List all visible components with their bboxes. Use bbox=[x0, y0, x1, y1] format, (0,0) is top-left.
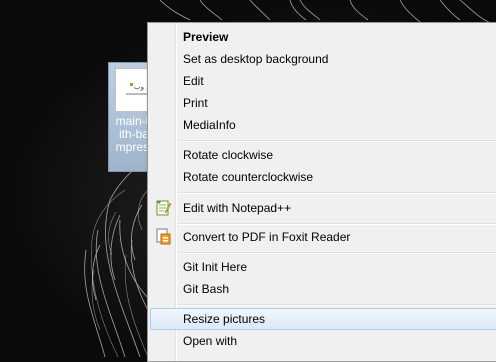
menu-separator bbox=[178, 304, 496, 306]
menu-item-label: Print bbox=[183, 96, 208, 110]
menu-item-label: Preview bbox=[183, 30, 229, 44]
menu-item-label: Rotate counterclockwise bbox=[183, 170, 314, 184]
menu-item-label: Edit with Notepad++ bbox=[183, 201, 292, 215]
menu-item-label: Open with bbox=[183, 334, 238, 348]
menu-item-edit-with-notepad-plus-plus[interactable]: Edit with Notepad++ bbox=[150, 197, 496, 219]
menu-item-rotate-counterclockwise[interactable]: Rotate counterclockwise bbox=[150, 166, 496, 188]
context-menu: Preview Set as desktop background Edit P… bbox=[147, 22, 496, 362]
menu-item-label: Rotate clockwise bbox=[183, 148, 274, 162]
menu-item-label: Set as desktop background bbox=[183, 52, 329, 66]
menu-item-set-as-desktop-background[interactable]: Set as desktop background bbox=[150, 48, 496, 70]
menu-item-print[interactable]: Print bbox=[150, 92, 496, 114]
menu-item-git-bash[interactable]: Git Bash bbox=[150, 278, 496, 300]
menu-item-rotate-clockwise[interactable]: Rotate clockwise bbox=[150, 144, 496, 166]
menu-item-resize-pictures[interactable]: Resize pictures bbox=[150, 308, 496, 330]
notepad-plus-plus-icon bbox=[156, 200, 172, 216]
menu-item-label: Git Init Here bbox=[183, 260, 248, 274]
menu-item-preview[interactable]: Preview bbox=[150, 26, 496, 48]
menu-item-mediainfo[interactable]: MediaInfo bbox=[150, 114, 496, 136]
menu-item-label: Git Bash bbox=[183, 282, 230, 296]
menu-item-label: Edit bbox=[183, 74, 204, 88]
menu-separator bbox=[178, 252, 496, 254]
foxit-reader-icon bbox=[156, 228, 171, 245]
menu-item-open-with[interactable]: Open with bbox=[150, 330, 496, 352]
menu-separator bbox=[178, 223, 496, 225]
menu-item-git-init-here[interactable]: Git Init Here bbox=[150, 256, 496, 278]
menu-separator bbox=[178, 192, 496, 194]
menu-item-convert-to-pdf-in-foxit-reader[interactable]: Convert to PDF in Foxit Reader bbox=[150, 226, 496, 248]
menu-separator bbox=[178, 140, 496, 142]
menu-item-label: Convert to PDF in Foxit Reader bbox=[183, 230, 351, 244]
menu-item-edit[interactable]: Edit bbox=[150, 70, 496, 92]
menu-item-label: Resize pictures bbox=[183, 312, 266, 326]
menu-item-label: MediaInfo bbox=[183, 118, 236, 132]
